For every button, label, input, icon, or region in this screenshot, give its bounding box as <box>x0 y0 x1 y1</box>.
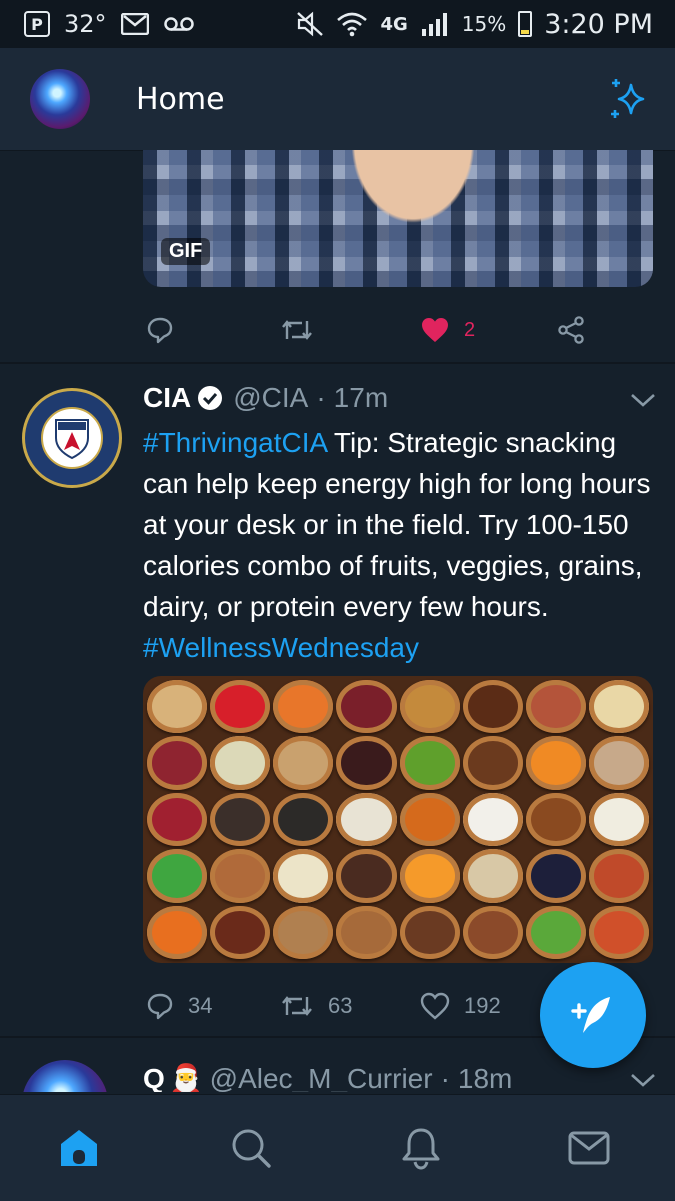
tweet-actions-1: 2 <box>0 310 675 350</box>
cia-avatar[interactable] <box>22 388 122 488</box>
home-icon <box>61 1130 97 1166</box>
reply-icon <box>147 993 173 1020</box>
bottom-navigation <box>0 1094 675 1201</box>
santa-emoji: 🎅 <box>168 1063 204 1092</box>
page-title: Home <box>136 81 225 117</box>
nav-home[interactable] <box>56 1125 102 1171</box>
nav-messages[interactable] <box>566 1125 612 1171</box>
compose-feather-icon <box>571 997 610 1033</box>
tweet-time: 18m <box>457 1062 513 1093</box>
like-count: 192 <box>464 993 501 1018</box>
like-count: 2 <box>464 318 476 341</box>
sparkle-icon[interactable] <box>607 77 651 121</box>
network-type: 4G <box>380 13 408 35</box>
reply-button[interactable] <box>146 316 174 344</box>
tweet-header: CIA @CIA · 17m <box>143 382 388 414</box>
retweet-button[interactable]: 63 <box>280 993 352 1019</box>
retweet-button[interactable] <box>280 317 314 343</box>
messages-icon <box>568 1131 610 1165</box>
search-icon <box>232 1129 271 1168</box>
signal-icon <box>421 13 447 36</box>
reply-count: 34 <box>188 993 213 1018</box>
share-icon <box>558 316 584 344</box>
gif-person-neck <box>338 150 488 240</box>
tweet-divider <box>0 362 675 364</box>
separator-dot: · <box>440 1062 450 1093</box>
tweet-header: Q 🎅 @Alec_M_Currier · 18m <box>143 1062 513 1093</box>
chevron-down-icon[interactable] <box>628 1070 658 1090</box>
like-button[interactable]: 192 <box>420 992 501 1020</box>
mute-icon <box>297 11 324 37</box>
hashtag-link[interactable]: #ThrivingatCIA <box>143 427 327 458</box>
author-name[interactable]: Q <box>143 1063 165 1093</box>
reply-button[interactable]: 34 <box>146 992 212 1020</box>
tweet-image-snacks[interactable] <box>143 676 653 963</box>
author-avatar[interactable] <box>22 1060 108 1092</box>
author-handle[interactable]: @CIA <box>233 382 308 414</box>
verified-badge-icon <box>198 386 223 410</box>
compose-tweet-button[interactable] <box>540 962 646 1068</box>
tweet-gif-media[interactable]: GIF <box>143 150 653 287</box>
reply-icon <box>147 317 173 344</box>
battery-icon <box>518 11 533 37</box>
tweet-text: #ThrivingatCIA Tip: Strategic snacking c… <box>143 422 658 668</box>
separator-dot: · <box>316 382 326 413</box>
heart-filled-icon <box>422 318 448 342</box>
author-handle[interactable]: @Alec_M_Currier <box>210 1063 433 1093</box>
heart-icon <box>420 992 450 1020</box>
battery-percent: 15% <box>461 12 507 36</box>
nav-notifications[interactable] <box>398 1125 444 1171</box>
share-button[interactable] <box>556 316 586 344</box>
gif-badge: GIF <box>161 238 211 265</box>
notifications-icon <box>402 1128 440 1170</box>
author-name[interactable]: CIA <box>143 382 191 414</box>
app-header: Home <box>0 48 675 151</box>
voicemail-icon <box>163 17 194 31</box>
profile-avatar[interactable] <box>30 69 90 129</box>
clock: 3:20 PM <box>544 8 653 40</box>
retweet-icon <box>282 320 312 340</box>
wifi-icon <box>337 12 368 37</box>
like-button[interactable]: 2 <box>420 316 475 344</box>
nav-search[interactable] <box>228 1125 274 1171</box>
parking-icon: P <box>24 11 50 37</box>
status-bar: P 32° 4G 15% 3:20 PM <box>0 0 675 48</box>
hashtag-link[interactable]: #WellnessWednesday <box>143 632 419 663</box>
chevron-down-icon[interactable] <box>628 390 658 410</box>
timeline-feed[interactable]: GIF 2 CIA @CIA · 17m #ThrivingatCIA Tip:… <box>0 150 675 1092</box>
temperature: 32° <box>64 10 107 38</box>
gmail-icon <box>120 13 149 35</box>
tweet-time: 17m <box>333 382 389 413</box>
retweet-count: 63 <box>328 993 353 1018</box>
retweet-icon <box>282 996 312 1016</box>
cia-seal-icon <box>41 407 103 469</box>
